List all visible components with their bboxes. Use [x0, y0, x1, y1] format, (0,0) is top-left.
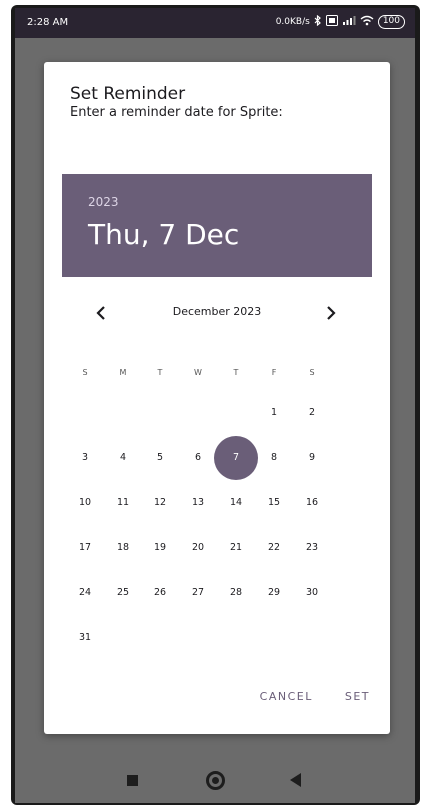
calendar-day[interactable]: 26: [142, 571, 178, 615]
calendar-week-row: 24 25 26 27 28 29 30: [67, 571, 358, 615]
calendar-day[interactable]: 14: [218, 481, 254, 525]
calendar-day[interactable]: 1: [256, 391, 292, 435]
battery-indicator: 100: [377, 15, 405, 29]
calendar-day[interactable]: 25: [105, 571, 141, 615]
status-bar: 2:28 AM 0.0KB/s 100: [15, 8, 415, 38]
wifi-icon: [360, 15, 374, 29]
calendar-week-row: 31: [67, 616, 358, 660]
volte-icon: [325, 15, 338, 29]
calendar-day[interactable]: 17: [67, 526, 103, 570]
calendar-day[interactable]: 29: [256, 571, 292, 615]
calendar-day[interactable]: 27: [180, 571, 216, 615]
header-year[interactable]: 2023: [88, 195, 119, 209]
calendar-week-row: 10 11 12 13 14 15 16: [67, 481, 358, 525]
calendar-day[interactable]: 3: [67, 436, 103, 480]
weekday-label: F: [271, 368, 277, 377]
calendar-day[interactable]: 24: [67, 571, 103, 615]
set-button[interactable]: SET: [345, 690, 370, 703]
weekday-label: M: [119, 368, 127, 377]
calendar-week-row: 3 4 5 6 7 8 9: [67, 436, 358, 480]
weekday-label: S: [82, 368, 88, 377]
network-speed: 0.0KB/s: [275, 17, 310, 27]
recents-square-icon[interactable]: [127, 775, 138, 786]
calendar-day[interactable]: 10: [67, 481, 103, 525]
header-selected-date: Thu, 7 Dec: [88, 218, 240, 251]
calendar-day[interactable]: 9: [294, 436, 330, 480]
calendar-day[interactable]: 19: [142, 526, 178, 570]
calendar-day[interactable]: 15: [256, 481, 292, 525]
calendar-day-selected[interactable]: 7: [214, 436, 258, 480]
calendar-day[interactable]: 11: [105, 481, 141, 525]
dialog-subtitle: Enter a reminder date for Sprite:: [70, 105, 283, 120]
cancel-button[interactable]: CANCEL: [260, 690, 313, 703]
weekday-label: S: [309, 368, 315, 377]
calendar-day[interactable]: 12: [142, 481, 178, 525]
calendar-day[interactable]: 28: [218, 571, 254, 615]
chevron-right-icon[interactable]: [318, 300, 344, 326]
calendar-day[interactable]: 30: [294, 571, 330, 615]
calendar-day[interactable]: 23: [294, 526, 330, 570]
calendar-day[interactable]: 31: [67, 616, 103, 660]
calendar-day[interactable]: 20: [180, 526, 216, 570]
calendar-day[interactable]: 21: [218, 526, 254, 570]
calendar-day[interactable]: 2: [294, 391, 330, 435]
dialog-actions: CANCEL SET: [260, 690, 370, 703]
screen: 2:28 AM 0.0KB/s 100 Set Reminder Enter a…: [15, 8, 415, 803]
home-circle-icon[interactable]: [206, 771, 225, 790]
weekday-label: W: [194, 368, 202, 377]
calendar-day[interactable]: 22: [256, 526, 292, 570]
weekday-label: T: [233, 368, 239, 377]
calendar-day[interactable]: 4: [105, 436, 141, 480]
calendar-day[interactable]: 16: [294, 481, 330, 525]
calendar-week-row: 17 18 19 20 21 22 23: [67, 526, 358, 570]
date-picker-header: 2023 Thu, 7 Dec: [62, 174, 372, 277]
status-icons: 0.0KB/s 100: [275, 14, 405, 29]
month-navigation: December 2023: [62, 298, 372, 328]
status-time: 2:28 AM: [27, 17, 69, 28]
calendar-day[interactable]: 5: [142, 436, 178, 480]
weekday-label: T: [157, 368, 163, 377]
calendar-day[interactable]: 13: [180, 481, 216, 525]
calendar-week-row: 1 2: [67, 391, 358, 435]
signal-icon: [342, 15, 356, 29]
reminder-dialog: Set Reminder Enter a reminder date for S…: [44, 62, 390, 734]
calendar-day[interactable]: 18: [105, 526, 141, 570]
back-triangle-icon[interactable]: [290, 773, 301, 787]
bluetooth-icon: [314, 14, 322, 29]
calendar-day[interactable]: 8: [256, 436, 292, 480]
dialog-title: Set Reminder: [70, 84, 186, 104]
system-nav-bar: [15, 753, 415, 803]
calendar-day[interactable]: 6: [180, 436, 216, 480]
